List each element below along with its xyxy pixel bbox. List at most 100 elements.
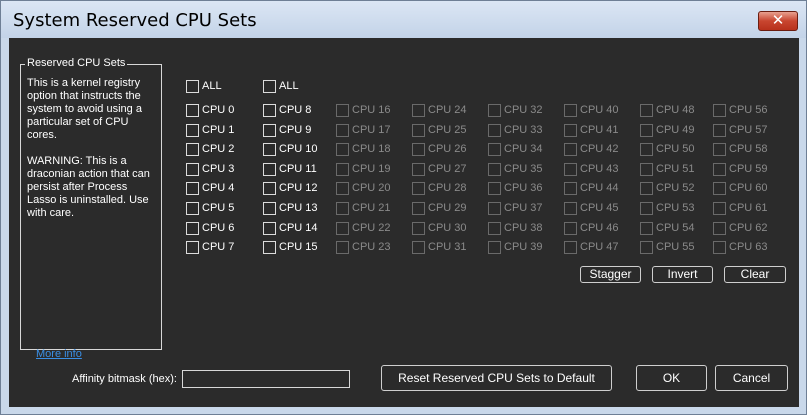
checkbox-box (488, 163, 501, 176)
checkbox-box[interactable] (263, 104, 276, 117)
checkbox-box[interactable] (186, 241, 199, 254)
clear-button[interactable]: Clear (724, 266, 786, 283)
checkbox-label: ALL (202, 80, 222, 92)
checkbox-label: CPU 41 (580, 124, 619, 136)
checkbox-box (640, 163, 653, 176)
invert-button[interactable]: Invert (652, 266, 713, 283)
checkbox-box (640, 222, 653, 235)
checkbox-label: CPU 35 (504, 163, 543, 175)
checkbox-label: CPU 31 (428, 241, 467, 253)
checkbox-box (564, 202, 577, 215)
checkbox-box (412, 104, 425, 117)
checkbox-box[interactable] (263, 202, 276, 215)
checkbox-label: CPU 61 (729, 202, 768, 214)
checkbox-box (488, 104, 501, 117)
affinity-bitmask-input[interactable] (182, 370, 350, 388)
checkbox-box (336, 202, 349, 215)
checkbox-label: CPU 23 (352, 241, 391, 253)
checkbox-label: ALL (279, 80, 299, 92)
checkbox-label: CPU 21 (352, 202, 391, 214)
checkbox-box[interactable] (186, 104, 199, 117)
ok-button[interactable]: OK (636, 365, 707, 391)
window-title: System Reserved CPU Sets (13, 10, 257, 31)
checkbox-label: CPU 25 (428, 124, 467, 136)
checkbox-box[interactable] (186, 202, 199, 215)
checkbox-label: CPU 9 (279, 124, 312, 136)
checkbox-label: CPU 7 (202, 241, 235, 253)
checkbox-box (713, 202, 726, 215)
groupbox-title: Reserved CPU Sets (25, 57, 128, 69)
checkbox-box[interactable] (263, 241, 276, 254)
affinity-bitmask-label: Affinity bitmask (hex): (72, 373, 177, 385)
checkbox-label: CPU 58 (729, 143, 768, 155)
checkbox-box (412, 143, 425, 156)
checkbox-label: CPU 0 (202, 104, 235, 116)
checkbox-box (564, 222, 577, 235)
checkbox-box (640, 202, 653, 215)
checkbox-label: CPU 48 (656, 104, 695, 116)
checkbox-label: CPU 53 (656, 202, 695, 214)
checkbox-label: CPU 51 (656, 163, 695, 175)
checkbox-box (564, 143, 577, 156)
checkbox-box[interactable] (186, 143, 199, 156)
stagger-button[interactable]: Stagger (580, 266, 641, 283)
checkbox-box[interactable] (186, 222, 199, 235)
checkbox-box (336, 143, 349, 156)
checkbox-box[interactable] (263, 143, 276, 156)
checkbox-box (640, 241, 653, 254)
checkbox-box (336, 182, 349, 195)
checkbox-box (640, 104, 653, 117)
checkbox-label: CPU 8 (279, 104, 312, 116)
checkbox-label: CPU 63 (729, 241, 768, 253)
checkbox-label: CPU 22 (352, 222, 391, 234)
checkbox-label: CPU 50 (656, 143, 695, 155)
checkbox-label: CPU 30 (428, 222, 467, 234)
checkbox-box[interactable] (263, 163, 276, 176)
checkbox-label: CPU 43 (580, 163, 619, 175)
checkbox-label: CPU 54 (656, 222, 695, 234)
checkbox-label: CPU 42 (580, 143, 619, 155)
checkbox-box (640, 124, 653, 137)
checkbox-label: CPU 18 (352, 143, 391, 155)
checkbox-label: CPU 26 (428, 143, 467, 155)
checkbox-box[interactable] (186, 80, 199, 93)
checkbox-box (412, 222, 425, 235)
checkbox-box[interactable] (186, 163, 199, 176)
checkbox-label: CPU 45 (580, 202, 619, 214)
close-button[interactable]: ✕ (758, 11, 798, 31)
checkbox-box[interactable] (263, 182, 276, 195)
checkbox-label: CPU 3 (202, 163, 235, 175)
checkbox-box[interactable] (186, 182, 199, 195)
checkbox-box (713, 182, 726, 195)
checkbox-box (488, 124, 501, 137)
checkbox-box (713, 124, 726, 137)
checkbox-box (412, 124, 425, 137)
more-info-link[interactable]: More info (36, 348, 82, 360)
title-bar[interactable]: System Reserved CPU Sets ✕ (1, 1, 806, 38)
cancel-button[interactable]: Cancel (715, 365, 788, 391)
checkbox-box (488, 222, 501, 235)
checkbox-label: CPU 20 (352, 182, 391, 194)
checkbox-box (488, 241, 501, 254)
checkbox-box (336, 163, 349, 176)
checkbox-label: CPU 13 (279, 202, 318, 214)
checkbox-label: CPU 44 (580, 182, 619, 194)
checkbox-label: CPU 46 (580, 222, 619, 234)
reset-default-button[interactable]: Reset Reserved CPU Sets to Default (381, 365, 612, 391)
checkbox-box[interactable] (263, 124, 276, 137)
checkbox-box (412, 202, 425, 215)
checkbox-label: CPU 59 (729, 163, 768, 175)
checkbox-box (412, 241, 425, 254)
checkbox-label: CPU 60 (729, 182, 768, 194)
checkbox-label: CPU 39 (504, 241, 543, 253)
checkbox-box[interactable] (186, 124, 199, 137)
checkbox-box[interactable] (263, 80, 276, 93)
checkbox-label: CPU 4 (202, 182, 235, 194)
checkbox-box (336, 124, 349, 137)
checkbox-label: CPU 10 (279, 143, 318, 155)
checkbox-label: CPU 55 (656, 241, 695, 253)
checkbox-box[interactable] (263, 222, 276, 235)
checkbox-label: CPU 56 (729, 104, 768, 116)
checkbox-box (488, 143, 501, 156)
checkbox-box (488, 202, 501, 215)
